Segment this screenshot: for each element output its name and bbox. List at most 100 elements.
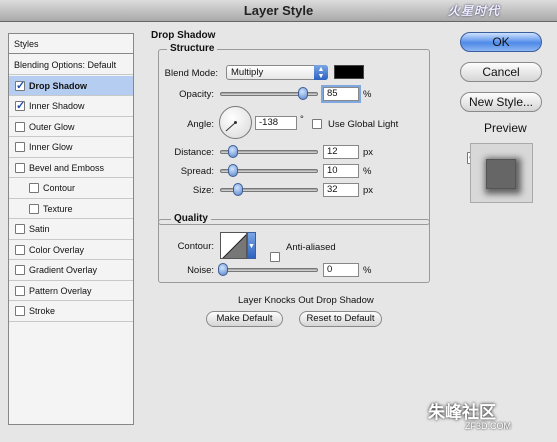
- sidebar-item-label: Pattern Overlay: [29, 285, 92, 296]
- sidebar-item-checkbox[interactable]: [15, 285, 25, 296]
- select-arrows-icon: ▲ ▼: [314, 65, 328, 80]
- sidebar-item-checkbox[interactable]: [15, 265, 25, 275]
- sidebar-item-label: Bevel and Emboss: [29, 162, 105, 173]
- cancel-button[interactable]: Cancel: [460, 62, 542, 82]
- sidebar-item-blending-options[interactable]: Blending Options: Default: [9, 55, 133, 75]
- styles-sidebar: Styles Blending Options: Default Drop Sh…: [8, 33, 134, 425]
- style-preview: [470, 143, 533, 203]
- sidebar-item-checkbox[interactable]: [15, 99, 25, 112]
- opacity-input[interactable]: 85: [323, 87, 359, 101]
- preview-swatch: [486, 159, 516, 189]
- sidebar-item-label: Inner Glow: [29, 142, 73, 152]
- sidebar-item-checkbox[interactable]: [15, 306, 25, 316]
- sidebar-item-label: Satin: [29, 224, 50, 234]
- noise-slider[interactable]: [218, 263, 318, 277]
- spread-slider[interactable]: [220, 164, 318, 178]
- sidebar-item-stroke[interactable]: Stroke: [9, 302, 133, 322]
- sidebar-item-checkbox[interactable]: [29, 203, 39, 214]
- sidebar-header-label: Styles: [14, 38, 39, 49]
- angle-input[interactable]: -138: [255, 116, 297, 130]
- sidebar-item-gradient-overlay[interactable]: Gradient Overlay: [9, 261, 133, 281]
- angle-needle-icon: [225, 121, 237, 132]
- anti-aliased-checkbox[interactable]: [270, 252, 280, 262]
- sidebar-item-label: Stroke: [29, 306, 56, 316]
- noise-input[interactable]: 0: [323, 263, 359, 277]
- sidebar-item-checkbox[interactable]: [15, 121, 25, 132]
- distance-label: Distance:: [174, 147, 214, 158]
- sidebar-item-label: Outer Glow: [29, 121, 75, 132]
- distance-unit: px: [363, 147, 374, 158]
- sidebar-item-texture[interactable]: Texture: [9, 199, 133, 219]
- sidebar-item-drop-shadow[interactable]: Drop Shadow: [9, 76, 133, 96]
- sidebar-item-checkbox[interactable]: [15, 244, 25, 255]
- angle-dial[interactable]: [219, 106, 252, 139]
- sidebar-item-inner-shadow[interactable]: Inner Shadow: [9, 97, 133, 117]
- noise-unit: %: [363, 265, 372, 276]
- watermark-logo-top: 火星时代: [448, 4, 501, 18]
- slider-knob[interactable]: [218, 263, 228, 276]
- size-slider[interactable]: [220, 183, 318, 197]
- dialog-content: Styles Blending Options: Default Drop Sh…: [0, 22, 557, 442]
- sidebar-item-checkbox[interactable]: [29, 183, 39, 193]
- sidebar-item-label: Texture: [43, 203, 73, 214]
- reset-to-default-button[interactable]: Reset to Default: [299, 311, 382, 327]
- title-bar[interactable]: Layer Style 火星时代: [0, 0, 557, 22]
- blend-mode-select[interactable]: Multiply ▲ ▼: [226, 65, 328, 80]
- spread-input[interactable]: 10: [323, 164, 359, 178]
- distance-input[interactable]: 12: [323, 145, 359, 159]
- sidebar-item-inner-glow[interactable]: Inner Glow: [9, 138, 133, 158]
- angle-unit: °: [300, 114, 304, 125]
- blend-mode-value: Multiply: [231, 67, 264, 78]
- size-input[interactable]: 32: [323, 183, 359, 197]
- sidebar-item-bevel-and-emboss[interactable]: Bevel and Emboss: [9, 158, 133, 178]
- size-label: Size:: [192, 185, 214, 196]
- sidebar-item-checkbox[interactable]: [15, 224, 25, 234]
- noise-label: Noise:: [187, 265, 214, 276]
- slider-knob[interactable]: [228, 164, 238, 177]
- sidebar-item-color-overlay[interactable]: Color Overlay: [9, 240, 133, 260]
- make-default-button[interactable]: Make Default: [206, 311, 283, 327]
- sidebar-item-pattern-overlay[interactable]: Pattern Overlay: [9, 281, 133, 301]
- sidebar-item-label: Inner Shadow: [29, 101, 85, 111]
- watermark-logo-bottom: 朱峰社区: [428, 403, 496, 422]
- angle-label: Angle:: [187, 119, 214, 130]
- sidebar-item-contour[interactable]: Contour: [9, 179, 133, 199]
- slider-knob[interactable]: [228, 145, 238, 158]
- slider-knob[interactable]: [298, 87, 308, 100]
- sidebar-item-checkbox[interactable]: [15, 162, 25, 173]
- shadow-color-swatch[interactable]: [334, 65, 364, 79]
- spread-unit: %: [363, 166, 372, 177]
- anti-aliased-label: Anti-aliased: [286, 242, 336, 253]
- blend-mode-label: Blend Mode:: [164, 68, 218, 79]
- contour-label: Contour:: [177, 241, 214, 252]
- ok-button[interactable]: OK: [460, 32, 542, 52]
- sidebar-item-label: Contour: [43, 183, 76, 193]
- sidebar-item-satin[interactable]: Satin: [9, 220, 133, 240]
- preview-label: Preview: [484, 121, 527, 135]
- linear-contour-icon: [222, 234, 246, 258]
- sidebar-item-outer-glow[interactable]: Outer Glow: [9, 117, 133, 137]
- new-style-button[interactable]: New Style...: [460, 92, 542, 112]
- drop-shadow-title: Drop Shadow: [148, 30, 219, 41]
- contour-preview[interactable]: [220, 232, 247, 259]
- sidebar-item-label: Blending Options: Default: [14, 59, 117, 70]
- sidebar-item-label: Color Overlay: [29, 244, 85, 255]
- sidebar-item-checkbox[interactable]: [15, 142, 25, 152]
- quality-title: Quality: [171, 213, 211, 224]
- sidebar-item-label: Gradient Overlay: [29, 265, 98, 275]
- use-global-light-label: Use Global Light: [328, 119, 399, 130]
- size-unit: px: [363, 185, 374, 196]
- watermark-url: ZF3D.COM: [465, 421, 511, 431]
- slider-knob[interactable]: [233, 183, 243, 196]
- structure-title: Structure: [167, 43, 218, 54]
- sidebar-item-label: Drop Shadow: [29, 80, 87, 91]
- opacity-slider[interactable]: [220, 87, 318, 101]
- spread-label: Spread:: [180, 166, 214, 177]
- sidebar-header-styles[interactable]: Styles: [9, 34, 133, 54]
- opacity-unit: %: [363, 89, 372, 100]
- use-global-light-checkbox[interactable]: [312, 119, 322, 129]
- distance-slider[interactable]: [220, 145, 318, 159]
- contour-dropdown-arrow-icon[interactable]: ▼: [247, 232, 256, 259]
- slider-track: [220, 268, 318, 272]
- sidebar-item-checkbox[interactable]: [15, 79, 25, 92]
